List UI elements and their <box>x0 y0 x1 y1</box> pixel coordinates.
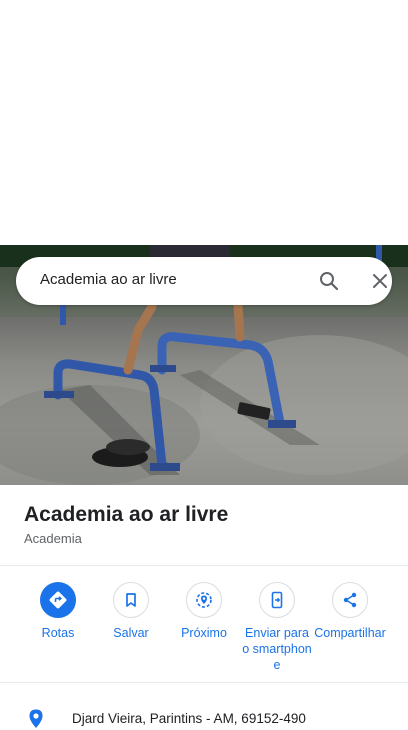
nearby-label: Próximo <box>181 626 227 640</box>
divider <box>0 565 408 566</box>
close-icon[interactable] <box>368 269 392 293</box>
location-pin-icon <box>26 708 46 730</box>
address-text: Djard Vieira, Parintins - AM, 69152-490 <box>72 711 306 726</box>
nearby-icon <box>186 582 222 618</box>
send-to-phone-label: Enviar para o smartphone <box>242 626 312 672</box>
send-to-phone-button[interactable]: Enviar para o smartphone <box>240 582 314 673</box>
save-label: Salvar <box>113 626 149 640</box>
search-icon[interactable] <box>317 269 341 293</box>
place-title: Academia ao ar livre <box>24 503 229 526</box>
search-bar[interactable]: Academia ao ar livre <box>16 257 392 305</box>
save-button[interactable]: Salvar <box>94 582 168 641</box>
directions-label: Rotas <box>41 626 75 640</box>
divider <box>0 682 408 683</box>
search-query-text[interactable]: Academia ao ar livre <box>40 271 177 288</box>
directions-button[interactable]: Rotas <box>21 582 95 641</box>
bookmark-icon <box>113 582 149 618</box>
nearby-button[interactable]: Próximo <box>167 582 241 641</box>
share-icon <box>332 582 368 618</box>
send-to-phone-icon <box>259 582 295 618</box>
place-category[interactable]: Academia <box>24 531 82 546</box>
directions-icon <box>40 582 76 618</box>
map-area-blank <box>0 0 408 245</box>
address-row[interactable]: Djard Vieira, Parintins - AM, 69152-490 <box>0 700 408 730</box>
share-label: Compartilhar <box>314 626 386 640</box>
share-button[interactable]: Compartilhar <box>313 582 387 641</box>
